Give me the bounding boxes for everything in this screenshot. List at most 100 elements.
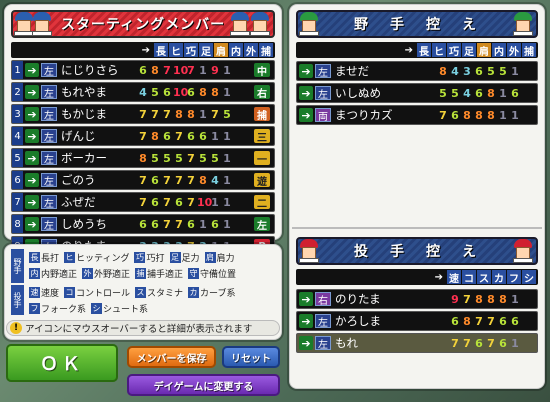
sort-arrow-icon[interactable]: ➔: [405, 45, 413, 56]
stat-value: 8: [487, 292, 495, 306]
player-name: ごのう: [61, 173, 96, 187]
stat-value: 5: [499, 64, 507, 78]
stat-value: 7: [187, 173, 195, 187]
player-row[interactable]: 2 ➔ 左もれやま 4 5 6 10 6 8 8 1 右: [11, 82, 275, 102]
player-avatar-icon: [298, 12, 320, 36]
player-row[interactable]: 4 ➔ 左げんじ 7 8 6 7 6 6 1 1 三: [11, 126, 275, 146]
sort-arrow-icon[interactable]: ➔: [142, 45, 150, 56]
player-name: もれ: [335, 336, 358, 350]
batting-order: 8: [12, 215, 23, 233]
ok-button[interactable]: ＯＫ: [6, 344, 118, 382]
day-game-button[interactable]: デイゲームに変更する: [127, 374, 280, 396]
sort-arrow-icon[interactable]: ➔: [435, 272, 443, 283]
player-row[interactable]: ➔ 右のりたま 9 7 8 8 8 1: [296, 289, 538, 309]
player-row[interactable]: 6 ➔ 左ごのう 7 6 7 7 7 8 4 1 遊: [11, 170, 275, 190]
column-label-1[interactable]: ヒ: [432, 43, 446, 58]
stat-value: 1: [223, 85, 231, 99]
legend-key: ヒ: [64, 252, 76, 263]
stat-value: 6: [475, 336, 483, 350]
swap-arrow-icon[interactable]: ➔: [25, 195, 39, 209]
column-label-0[interactable]: 長: [154, 43, 168, 58]
pitcher-reserves-title: 投 手 控 え: [354, 244, 480, 260]
column-label-1[interactable]: コ: [462, 270, 476, 285]
column-label-2[interactable]: 巧: [447, 43, 461, 58]
swap-arrow-icon[interactable]: ➔: [299, 336, 313, 350]
stat-value: 10: [173, 85, 189, 99]
player-row[interactable]: ➔ 両まつりカズ 7 6 8 8 8 1 1: [296, 105, 538, 125]
column-label-2[interactable]: ス: [477, 270, 491, 285]
column-label-3[interactable]: カ: [492, 270, 506, 285]
swap-arrow-icon[interactable]: ➔: [25, 85, 39, 99]
swap-arrow-icon[interactable]: ➔: [299, 108, 313, 122]
position-badge[interactable]: 左: [254, 217, 270, 232]
stat-value: 5: [175, 151, 183, 165]
column-label-5[interactable]: シ: [522, 270, 536, 285]
reset-button[interactable]: リセット: [222, 346, 280, 368]
player-stats: 978881: [449, 293, 521, 306]
batting-order: 4: [12, 127, 23, 145]
stat-value: 5: [223, 107, 231, 121]
player-name: げんじ: [61, 129, 96, 143]
swap-arrow-icon[interactable]: ➔: [25, 173, 39, 187]
swap-arrow-icon[interactable]: ➔: [299, 64, 313, 78]
player-row[interactable]: ➔ 左かろしま 6 8 7 7 6 6: [296, 311, 538, 331]
stat-value: 6: [511, 86, 519, 100]
player-avatar-icon: [512, 12, 534, 36]
swap-arrow-icon[interactable]: ➔: [25, 151, 39, 165]
column-label-5[interactable]: 内: [492, 43, 506, 58]
column-label-7[interactable]: 捕: [259, 43, 273, 58]
position-badge[interactable]: 捕: [254, 107, 270, 122]
column-label-4[interactable]: 肩: [214, 43, 228, 58]
exclamation-icon: !: [10, 322, 22, 334]
player-stats: 77788175: [137, 108, 233, 121]
column-label-4[interactable]: 肩: [477, 43, 491, 58]
column-label-0[interactable]: 長: [417, 43, 431, 58]
player-name: もれやま: [61, 85, 107, 99]
stat-value: 8: [475, 292, 483, 306]
swap-arrow-icon[interactable]: ➔: [299, 86, 313, 100]
legend-key: 捕: [135, 268, 147, 279]
hand-badge: 左: [41, 107, 57, 122]
column-label-0[interactable]: 速: [447, 270, 461, 285]
position-badge[interactable]: 一: [254, 151, 270, 166]
column-label-1[interactable]: ヒ: [169, 43, 183, 58]
swap-arrow-icon[interactable]: ➔: [25, 217, 39, 231]
player-row[interactable]: 7 ➔ 左ふぜだ 7 6 7 6 7 10 1 1 二: [11, 192, 275, 212]
swap-arrow-icon[interactable]: ➔: [25, 63, 39, 77]
column-label-4[interactable]: フ: [507, 270, 521, 285]
column-label-6[interactable]: 外: [244, 43, 258, 58]
player-row[interactable]: 8 ➔ 左しめうち 6 6 7 7 6 1 6 1 左: [11, 214, 275, 234]
stat-value: 6: [163, 129, 171, 143]
player-row[interactable]: ➔ 左もれ 7 7 6 7 6 1: [296, 333, 538, 353]
column-label-2[interactable]: 巧: [184, 43, 198, 58]
swap-arrow-icon[interactable]: ➔: [25, 129, 39, 143]
player-row[interactable]: ➔ 左いしぬめ 5 5 4 6 8 1 6: [296, 83, 538, 103]
swap-arrow-icon[interactable]: ➔: [299, 314, 313, 328]
stat-value: 4: [139, 85, 147, 99]
position-badge[interactable]: 二: [254, 195, 270, 210]
player-row[interactable]: 5 ➔ 左ボーカー 8 5 5 5 7 5 5 1 一: [11, 148, 275, 168]
player-avatar-icon: [512, 239, 534, 263]
stat-value: 7: [475, 314, 483, 328]
pitcher-legend-row: フフォーク系シシュート系: [29, 302, 153, 315]
column-label-5[interactable]: 内: [229, 43, 243, 58]
position-badge[interactable]: 右: [254, 85, 270, 100]
player-row[interactable]: 3 ➔ 左もかじま 7 7 7 8 8 1 7 5 捕: [11, 104, 275, 124]
stat-value: 6: [475, 64, 483, 78]
column-label-3[interactable]: 足: [462, 43, 476, 58]
column-label-7[interactable]: 捕: [522, 43, 536, 58]
player-row[interactable]: 1 ➔ 左にじりさら 6 8 7 10 7 1 9 1 中: [11, 60, 275, 80]
stat-value: 8: [487, 108, 495, 122]
stat-value: 6: [139, 63, 147, 77]
bench-column-header: ➔ 長ヒ巧足肩内外捕: [296, 42, 538, 58]
player-row[interactable]: ➔ 左ませだ 8 4 3 6 5 5 1: [296, 61, 538, 81]
column-label-3[interactable]: 足: [199, 43, 213, 58]
stat-value: 6: [151, 173, 159, 187]
swap-arrow-icon[interactable]: ➔: [299, 292, 313, 306]
save-members-button[interactable]: メンバーを保存: [127, 346, 216, 368]
column-label-6[interactable]: 外: [507, 43, 521, 58]
position-badge[interactable]: 中: [254, 63, 270, 78]
swap-arrow-icon[interactable]: ➔: [25, 107, 39, 121]
position-badge[interactable]: 遊: [254, 173, 270, 188]
position-badge[interactable]: 三: [254, 129, 270, 144]
